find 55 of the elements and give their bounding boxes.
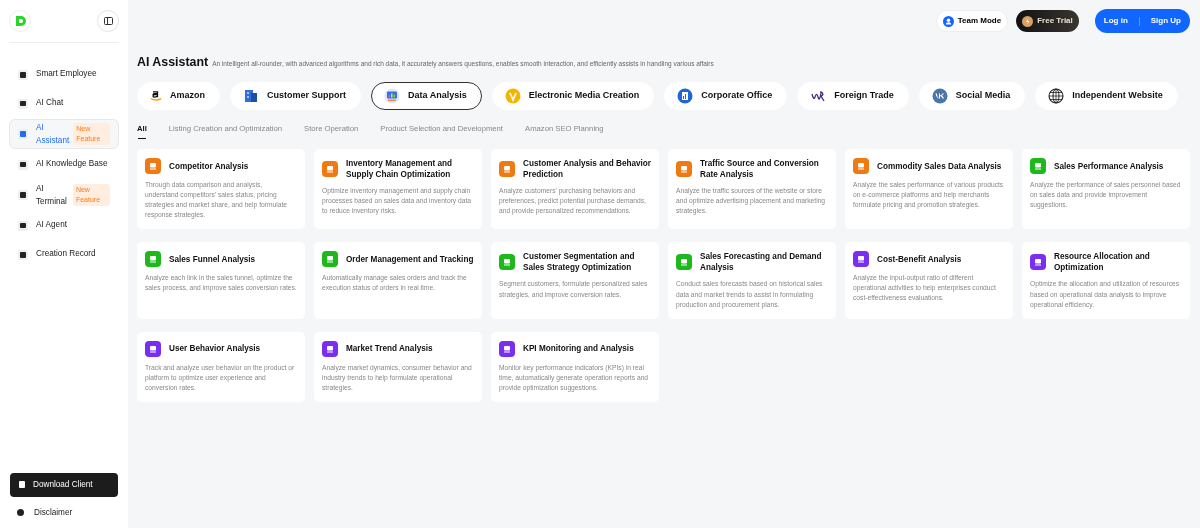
v-circle-icon <box>504 87 521 104</box>
sidebar-item[interactable]: Creation Record <box>9 241 119 268</box>
globe-icon <box>1048 87 1065 104</box>
card-title: Commodity Sales Data Analysis <box>877 160 1002 172</box>
info-icon <box>17 509 24 517</box>
panel-icon <box>103 17 113 25</box>
sidebar-item-icon <box>18 220 28 231</box>
category-button[interactable]: Social Media <box>918 81 1026 110</box>
download-icon <box>19 481 25 489</box>
card-title: Sales Funnel Analysis <box>169 253 256 265</box>
download-client-button[interactable]: Download Client <box>10 472 118 497</box>
vk-icon <box>931 87 948 104</box>
chart-document-icon <box>677 87 694 104</box>
card-title: KPI Monitoring and Analysis <box>523 343 634 355</box>
sidebar-item-icon <box>18 249 28 260</box>
sidebar-item-icon <box>18 98 28 109</box>
category-button[interactable]: Foreign Trade <box>797 81 909 110</box>
card-title: Sales Performance Analysis <box>1054 160 1164 172</box>
category-button[interactable]: Electronic Media Creation <box>491 81 655 110</box>
disclaimer-link[interactable]: Disclaimer <box>0 506 128 519</box>
category-button[interactable]: Corporate Office <box>664 81 788 110</box>
card-title: Traffic Source and Conversion Rate Analysis <box>700 158 820 181</box>
free-trial-button[interactable]: Free Trial <box>1016 10 1079 32</box>
category-button[interactable]: Independent Website <box>1035 81 1178 110</box>
sidebar-item[interactable]: Smart Employee <box>9 61 119 88</box>
sidebar-item[interactable]: AI Chat <box>9 90 119 117</box>
card-title: Market Trend Analysis <box>346 343 433 355</box>
category-button[interactable]: Data Analysis <box>371 81 482 110</box>
sidebar-item-icon <box>18 190 28 200</box>
amazon-logo-icon <box>150 90 162 101</box>
sidebar-toggle-button[interactable] <box>97 10 119 32</box>
sidebar-item[interactable]: AI Agent <box>9 212 119 239</box>
card-title: Resource Allocation and Optimization <box>1054 251 1151 274</box>
lightning-icon <box>1022 15 1034 27</box>
card-title: Inventory Management and Supply Chain Optimization <box>346 158 453 181</box>
login-button[interactable]: Log in <box>1103 15 1128 27</box>
team-mode-button[interactable]: Team Mode <box>935 10 1009 32</box>
card-title: Cost-Benefit Analysis <box>877 253 962 265</box>
page-title: AI Assistant <box>137 54 209 71</box>
category-button[interactable]: Amazon <box>137 81 220 110</box>
sidebar-item-icon <box>18 129 28 139</box>
sidebar-item-icon <box>18 159 28 170</box>
card-title: User Behavior Analysis <box>169 343 261 355</box>
building-icon <box>243 87 259 104</box>
sidebar-item[interactable]: AI Knowledge Base <box>9 151 119 178</box>
category-button[interactable]: Customer Support <box>230 81 362 110</box>
dashboard-icon <box>384 87 401 104</box>
card-title: Competitor Analysis <box>169 160 249 172</box>
sign-up-button[interactable]: Sign Up <box>1150 15 1181 27</box>
card-title: Customer Analysis and Behavior Prediction <box>523 158 651 181</box>
user-icon <box>942 15 954 27</box>
card-title: Customer Segmentation and Sales Strategy Optimization <box>523 251 636 274</box>
card-title: Order Management and Tracking <box>346 253 474 265</box>
card-title: Sales Forecasting and Demand Analysis <box>700 251 823 274</box>
sidebar-item-icon <box>18 69 28 80</box>
